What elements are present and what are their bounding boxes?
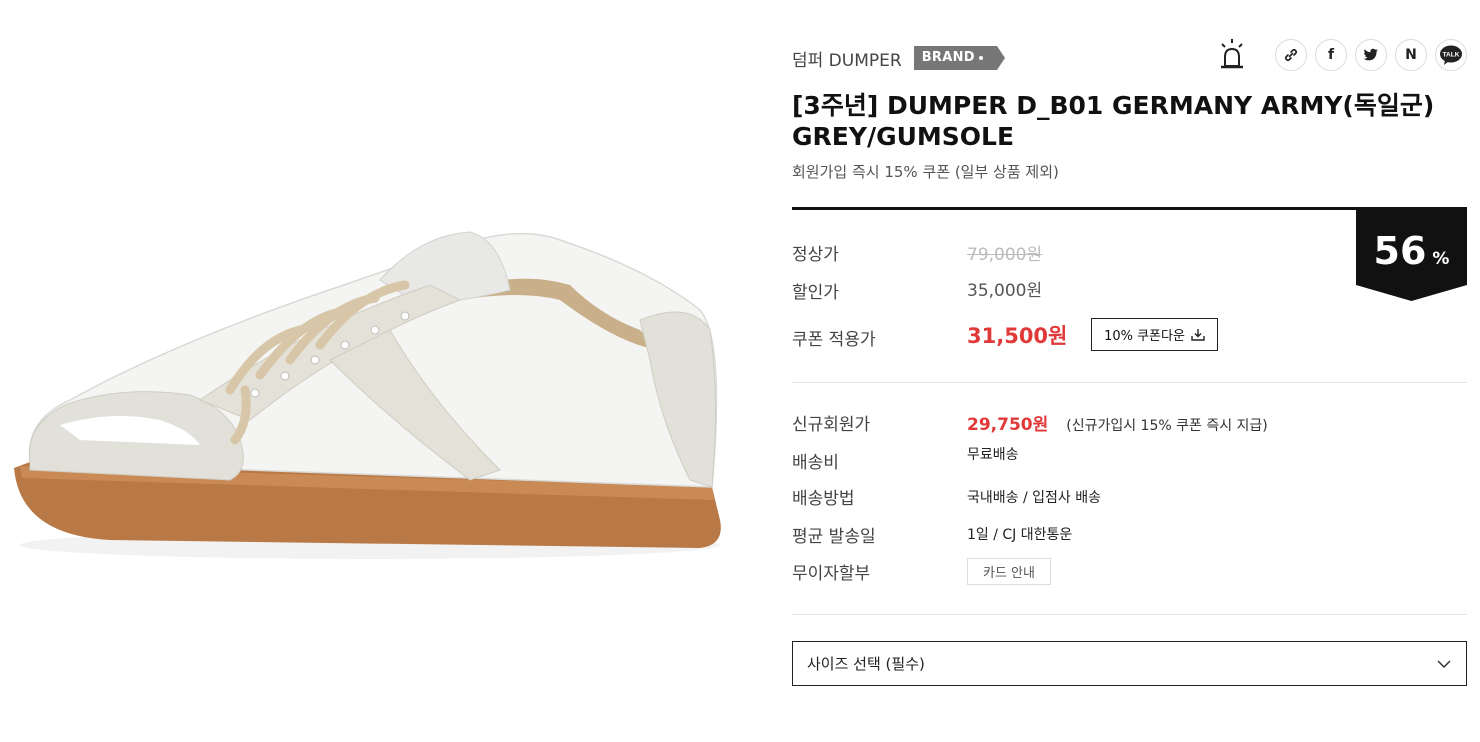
discount-rate-value: 56: [1373, 229, 1427, 273]
sale-price-label: 할인가: [792, 283, 839, 303]
member-price-note: (신규가입시 15% 쿠폰 즉시 지급): [1066, 418, 1268, 434]
installment-label: 무이자할부: [792, 564, 871, 584]
brand-badge[interactable]: BRAND: [913, 46, 1006, 70]
brand-badge-label: BRAND: [921, 50, 975, 65]
naver-icon[interactable]: N: [1395, 39, 1427, 71]
shipping-method-value: 국내배송 / 입점사 배송: [967, 490, 1101, 506]
member-price-label: 신규회원가: [792, 415, 871, 435]
discount-rate: 56%: [1356, 229, 1467, 273]
divider-2: [792, 614, 1467, 615]
product-subtitle: 회원가입 즉시 15% 쿠폰 (일부 상품 제외): [792, 163, 1059, 181]
regular-price-label: 정상가: [792, 245, 839, 265]
coupon-price-value: 31,500원: [967, 324, 1068, 348]
coupon-download-button[interactable]: 10% 쿠폰다운: [1091, 318, 1218, 351]
naver-label: N: [1405, 47, 1417, 63]
discount-rate-unit: %: [1432, 249, 1450, 269]
download-icon: [1191, 329, 1205, 341]
product-title: [3주년] DUMPER D_B01 GERMANY ARMY(독일군) GRE…: [792, 91, 1435, 151]
sale-price-value: 35,000원: [967, 281, 1043, 301]
shipping-fee-label: 배송비: [792, 453, 839, 473]
facebook-icon[interactable]: f: [1315, 39, 1347, 71]
member-price-row: 29,750원 (신규가입시 15% 쿠폰 즉시 지급): [967, 410, 1268, 435]
share-row: f N TALK: [1219, 38, 1467, 72]
brand-row: 덤퍼 DUMPER BRAND: [792, 46, 1006, 71]
shipping-fee-value: 무료배송: [967, 447, 1019, 463]
product-image: [0, 0, 760, 742]
card-info-button[interactable]: 카드 안내: [967, 558, 1051, 585]
size-select-placeholder: 사이즈 선택 (필수): [807, 655, 925, 673]
divider-1: [792, 382, 1467, 383]
link-icon[interactable]: [1275, 39, 1307, 71]
twitter-icon[interactable]: [1355, 39, 1387, 71]
kakaotalk-icon[interactable]: TALK: [1435, 39, 1467, 71]
shipping-method-label: 배송방법: [792, 489, 855, 509]
regular-price-value: 79,000원: [967, 245, 1043, 265]
badge-dot: [978, 55, 983, 60]
avg-ship-value: 1일 / CJ 대한통운: [967, 527, 1073, 543]
product-info-panel: 덤퍼 DUMPER BRAND f N TALK [3주년] DUMPER D_…: [792, 0, 1467, 742]
facebook-label: f: [1327, 47, 1335, 63]
coupon-download-label: 10% 쿠폰다운: [1104, 329, 1185, 344]
sneaker-illustration: [14, 231, 721, 559]
discount-badge: 56%: [1356, 207, 1467, 301]
avg-ship-label: 평균 발송일: [792, 527, 876, 547]
kakaotalk-label: TALK: [1443, 52, 1460, 59]
chevron-down-icon: [1437, 660, 1451, 669]
coupon-price-label: 쿠폰 적용가: [792, 330, 876, 350]
brand-name[interactable]: 덤퍼 DUMPER: [792, 46, 902, 71]
alarm-icon[interactable]: [1219, 38, 1245, 72]
member-price-value: 29,750원: [967, 415, 1049, 435]
size-select[interactable]: 사이즈 선택 (필수): [792, 641, 1467, 686]
